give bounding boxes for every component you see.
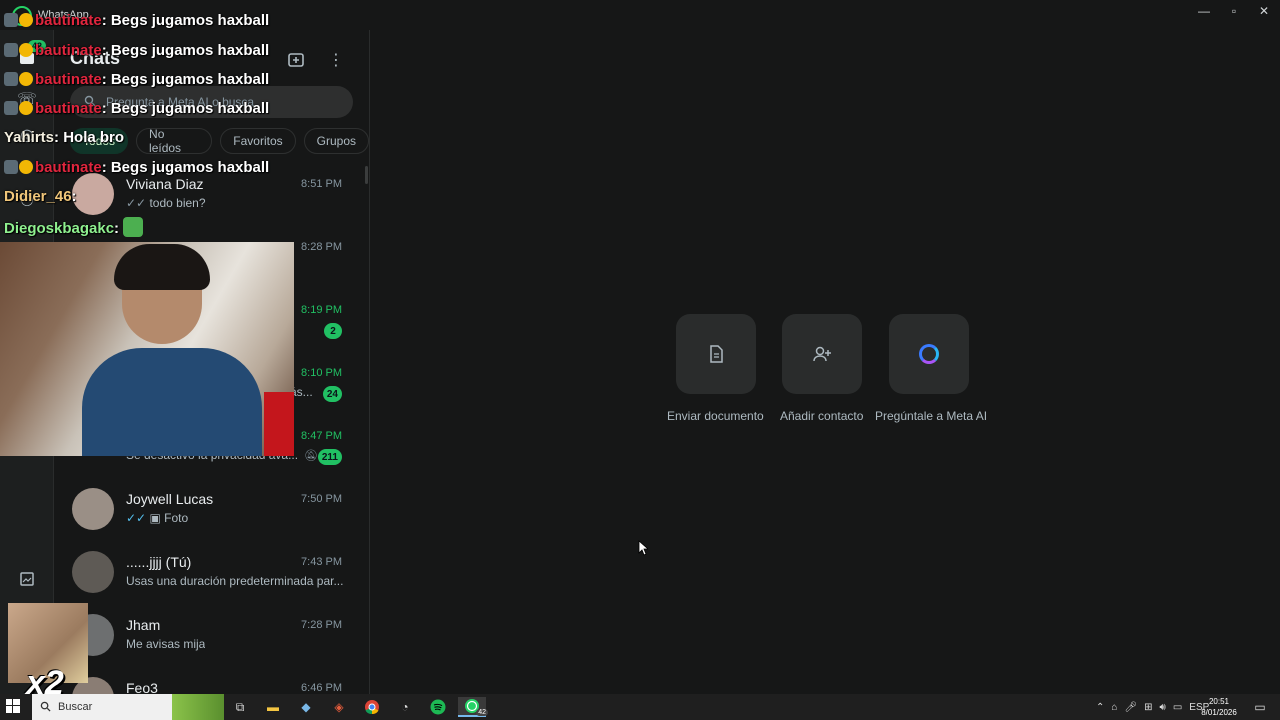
- chat-preview: ✓✓ todo bien?: [126, 196, 206, 210]
- task-view-icon[interactable]: ⧉: [230, 697, 250, 717]
- clock-date: 8/01/2026: [1201, 708, 1237, 717]
- status-icon[interactable]: ◎: [16, 124, 38, 146]
- chat-preview: Usas una duración predeterminada par...: [126, 574, 344, 588]
- filter-chips: Todos No leídos Favoritos Grupos: [70, 127, 369, 155]
- photo-icon: ▣: [149, 511, 161, 525]
- filter-chip-favoritos[interactable]: Favoritos: [220, 128, 296, 154]
- new-chat-button[interactable]: [284, 48, 308, 72]
- chat-time: 8:51 PM: [301, 178, 342, 190]
- scrollbar[interactable]: [365, 166, 368, 184]
- send-document-label: Enviar documento: [667, 409, 764, 423]
- meta-ai-icon: [919, 344, 939, 364]
- filter-chip-no-leidos[interactable]: No leídos: [136, 127, 213, 155]
- search-icon: [84, 95, 96, 110]
- chat-row[interactable]: Joywell Lucas 7:50 PM ✓✓ ▣ Foto: [54, 478, 370, 541]
- webcam-overlay: [0, 242, 294, 456]
- chats-badge: 42: [28, 40, 47, 52]
- chat-time: 7:28 PM: [301, 619, 342, 631]
- windows-start-icon[interactable]: [6, 699, 22, 715]
- system-tray: ⌃ ⌂ 🎤︎ ⊞ 🔊︎ ▭ ESP: [1096, 694, 1209, 720]
- app-icon[interactable]: ◆: [296, 697, 316, 717]
- chat-name: Joywell Lucas: [126, 491, 214, 507]
- chat-row[interactable]: Viviana Diaz 8:51 PM ✓✓ todo bien?: [54, 163, 370, 226]
- chat-row[interactable]: Feo3 6:46 PM: [54, 667, 370, 694]
- chat-time: 7:43 PM: [301, 556, 342, 568]
- whatsapp-logo-icon: [12, 6, 32, 26]
- search-input[interactable]: Pregunta a Meta AI o busca: [70, 86, 353, 118]
- notifications-icon[interactable]: ▭: [1250, 697, 1270, 717]
- minimize-button[interactable]: —: [1188, 0, 1220, 22]
- file-explorer-icon[interactable]: ▬: [263, 697, 283, 717]
- whatsapp-taskbar-badge: 42: [476, 709, 488, 716]
- avatar: [72, 488, 114, 530]
- send-document-button[interactable]: [676, 314, 756, 394]
- chat-row[interactable]: ......jjjj (Tú) 7:43 PM Usas una duració…: [54, 541, 370, 604]
- mouse-cursor-icon: [638, 540, 648, 556]
- chat-name: Feo3: [126, 680, 158, 694]
- network-icon[interactable]: ⊞: [1144, 702, 1152, 713]
- media-icon[interactable]: [16, 568, 38, 590]
- streamer: [82, 244, 262, 456]
- add-contact-button[interactable]: [782, 314, 862, 394]
- read-ticks-icon: ✓✓: [126, 511, 147, 525]
- menu-button[interactable]: ⋮: [324, 48, 348, 72]
- unread-badge: 24: [322, 386, 342, 402]
- maximize-button[interactable]: ▫: [1218, 0, 1250, 22]
- spotify-icon[interactable]: [428, 697, 448, 717]
- chat-time: 7:50 PM: [301, 493, 342, 505]
- tray-app-icon[interactable]: ▭: [1173, 702, 1182, 713]
- main-pane: Enviar documento Añadir contacto Pregúnt…: [371, 30, 1280, 694]
- filter-chip-todos[interactable]: Todos: [70, 128, 129, 154]
- chat-time: 8:47 PM: [301, 430, 342, 442]
- avatar: [72, 173, 114, 215]
- search-highlight-image: [172, 694, 224, 720]
- window-title: WhatsApp: [38, 9, 89, 21]
- add-contact-icon: [813, 346, 831, 362]
- unread-badge: 211: [317, 449, 342, 465]
- document-icon: [710, 345, 723, 363]
- tray-chevron-icon[interactable]: ⌃: [1096, 702, 1104, 713]
- chat-time: 8:19 PM: [301, 304, 342, 316]
- add-contact-label: Añadir contacto: [780, 409, 864, 423]
- title-bar: WhatsApp — ▫ ✕: [0, 0, 1280, 30]
- app-icon[interactable]: ◈: [329, 697, 349, 717]
- chat-preview: ✓✓ ▣ Foto: [126, 511, 189, 525]
- chat-name: Viviana Diaz: [126, 176, 204, 192]
- chat-time: 8:28 PM: [301, 241, 342, 253]
- taskbar-search-input[interactable]: Buscar: [32, 694, 224, 720]
- panel-title: Chats: [70, 48, 121, 68]
- chat-name: ......jjjj (Tú): [126, 554, 192, 570]
- volume-icon[interactable]: 🔊︎: [1160, 702, 1166, 713]
- app-icon[interactable]: ◔: [395, 697, 415, 717]
- chat-row[interactable]: Jham 7:28 PM Me avisas mija: [54, 604, 370, 667]
- unread-badge: 2: [324, 323, 342, 339]
- microphone-icon[interactable]: 🎤︎: [1124, 702, 1137, 713]
- chat-time: 8:10 PM: [301, 367, 342, 379]
- chat-name: Jham: [126, 617, 161, 633]
- search-icon: [40, 701, 51, 715]
- taskbar-clock[interactable]: 20:51 8/01/2026: [1196, 696, 1242, 718]
- calls-icon[interactable]: ☏: [16, 88, 38, 110]
- close-button[interactable]: ✕: [1248, 0, 1280, 22]
- chat-preview: Me avisas mija: [126, 637, 206, 651]
- filter-chip-grupos[interactable]: Grupos: [303, 128, 369, 154]
- windows-taskbar: Buscar ⧉ ▬ ◆ ◈ ◔ 42 ⌃ ⌂ 🎤︎ ⊞ 🔊︎ ▭ ESP 20…: [0, 694, 1280, 720]
- meta-ai-button[interactable]: [889, 314, 969, 394]
- communities-icon[interactable]: ⚇: [16, 190, 38, 212]
- read-ticks-icon: ✓✓: [126, 196, 147, 210]
- avatar: [72, 551, 114, 593]
- taskbar-search-placeholder: Buscar: [58, 701, 93, 713]
- meta-ai-label: Pregúntale a Meta AI: [875, 409, 988, 423]
- chrome-icon[interactable]: [362, 697, 382, 717]
- muted-icon: 🔕︎: [304, 450, 318, 462]
- whatsapp-taskbar-icon[interactable]: 42: [458, 697, 488, 717]
- clock-time: 20:51: [1208, 697, 1230, 706]
- search-placeholder: Pregunta a Meta AI o busca: [106, 95, 255, 109]
- tray-app-icon[interactable]: ⌂: [1111, 702, 1117, 713]
- chat-time: 6:46 PM: [301, 682, 342, 694]
